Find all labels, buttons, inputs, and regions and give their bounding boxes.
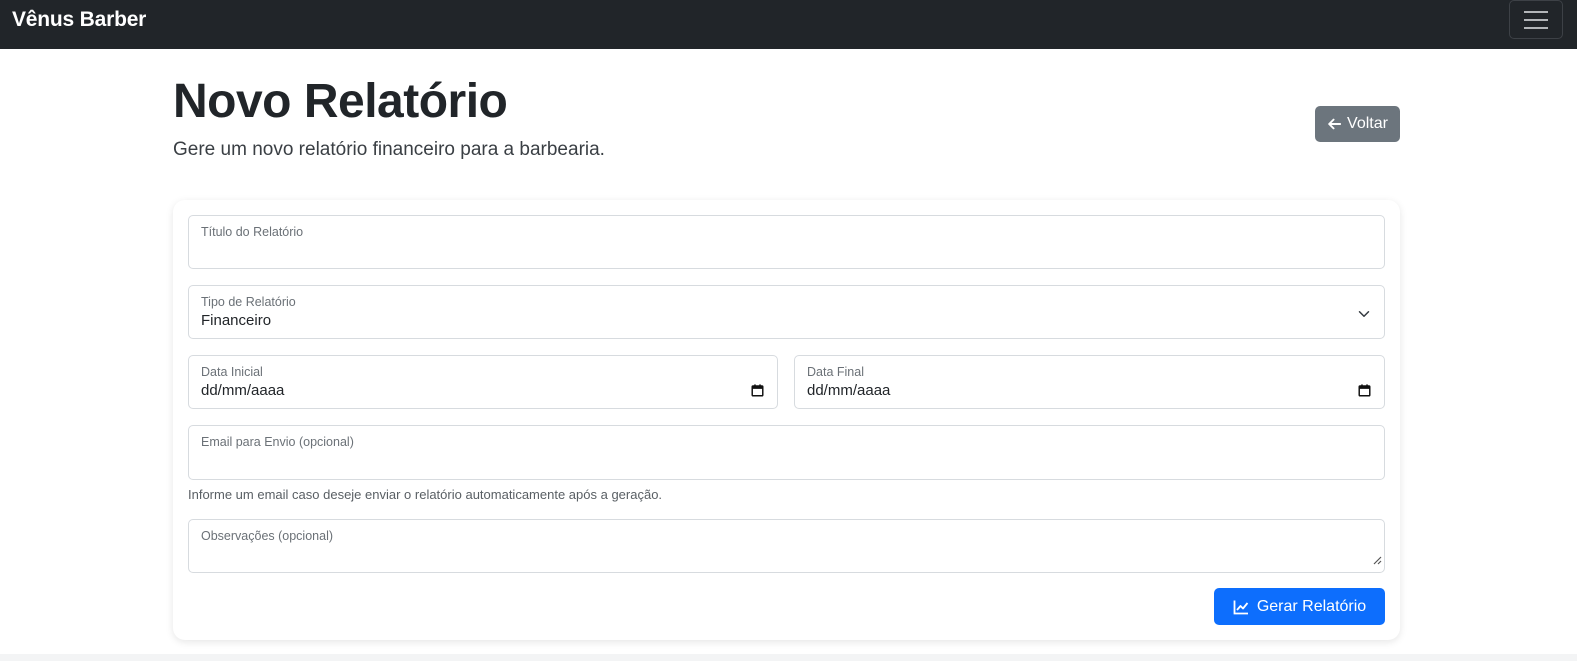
menu-toggle-button[interactable] [1509, 0, 1563, 39]
page-footer-edge [0, 654, 1577, 661]
resize-handle-icon[interactable] [1372, 552, 1382, 570]
start-date-value: dd/mm/aaaa [201, 382, 285, 399]
page-title: Novo Relatório [173, 75, 508, 128]
email-help-text: Informe um email caso deseje enviar o re… [188, 487, 663, 502]
line-chart-icon [1233, 599, 1249, 615]
report-type-value: Financeiro [201, 312, 272, 329]
email-field[interactable]: Email para Envio (opcional) [188, 425, 1385, 480]
arrow-left-icon [1327, 117, 1342, 131]
end-date-label: Data Final [807, 365, 864, 379]
chevron-down-icon [1358, 307, 1370, 325]
end-date-field[interactable]: Data Final dd/mm/aaaa [794, 355, 1385, 409]
back-button[interactable]: Voltar [1315, 106, 1400, 142]
email-label: Email para Envio (opcional) [201, 435, 354, 449]
calendar-icon[interactable] [751, 384, 764, 402]
report-type-label: Tipo de Relatório [201, 295, 296, 309]
report-title-label: Título do Relatório [201, 225, 304, 239]
notes-textarea[interactable]: Observações (opcional) [188, 519, 1385, 573]
page-subtitle: Gere um novo relatório financeiro para a… [173, 139, 605, 160]
generate-report-button[interactable]: Gerar Relatório [1214, 588, 1385, 625]
report-type-select[interactable]: Tipo de Relatório Financeiro [188, 285, 1385, 339]
start-date-field[interactable]: Data Inicial dd/mm/aaaa [188, 355, 778, 409]
report-title-field[interactable]: Título do Relatório [188, 215, 1385, 269]
notes-label: Observações (opcional) [201, 529, 334, 543]
calendar-icon[interactable] [1358, 384, 1371, 402]
generate-report-label: Gerar Relatório [1256, 597, 1367, 615]
start-date-label: Data Inicial [201, 365, 263, 379]
top-navbar: Vênus Barber [0, 0, 1577, 49]
back-button-label: Voltar [1347, 115, 1388, 132]
end-date-value: dd/mm/aaaa [807, 382, 891, 399]
brand-logo-text[interactable]: Vênus Barber [12, 8, 146, 32]
